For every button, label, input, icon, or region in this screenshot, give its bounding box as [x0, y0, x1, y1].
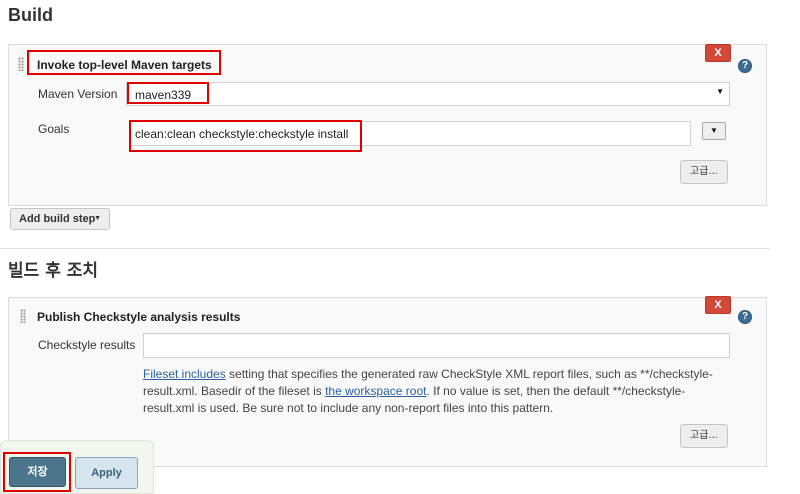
expand-goals-button[interactable]: ▼ — [702, 122, 726, 140]
caret-down-icon: ▼ — [94, 215, 101, 222]
annotation-box-maven-version — [127, 82, 209, 104]
help-icon[interactable]: ? — [738, 59, 752, 73]
delete-checkstyle-step-button[interactable]: X — [705, 296, 731, 314]
fileset-includes-link[interactable]: Fileset includes — [143, 367, 226, 381]
drag-handle-icon[interactable] — [18, 57, 24, 71]
delete-maven-step-button[interactable]: X — [705, 44, 731, 62]
checkstyle-results-label: Checkstyle results — [38, 338, 136, 352]
maven-version-select[interactable]: maven339 ▼ — [126, 82, 730, 106]
post-build-heading: 빌드 후 조치 — [8, 261, 99, 281]
annotation-box-maven-title — [27, 50, 221, 75]
goals-label: Goals — [38, 122, 70, 136]
workspace-root-link[interactable]: the workspace root — [325, 384, 426, 398]
maven-version-label: Maven Version — [38, 87, 118, 101]
section-divider — [0, 248, 770, 249]
dropdown-arrow-icon: ▼ — [716, 87, 724, 96]
annotation-box-goals — [129, 120, 362, 152]
add-build-step-label: Add build step — [19, 213, 96, 225]
annotation-box-save — [3, 452, 71, 492]
build-heading: Build — [8, 5, 53, 25]
maven-advanced-button[interactable]: 고급... — [680, 160, 728, 184]
checkstyle-help-text: Fileset includes setting that specifies … — [143, 366, 733, 417]
help-icon[interactable]: ? — [738, 310, 752, 324]
apply-button[interactable]: Apply — [75, 457, 138, 489]
drag-handle-icon[interactable] — [20, 309, 26, 323]
add-build-step-button[interactable]: Add build step ▼ — [10, 208, 110, 230]
checkstyle-results-input[interactable] — [143, 333, 730, 358]
checkstyle-step-title: Publish Checkstyle analysis results — [37, 310, 241, 324]
checkstyle-advanced-button[interactable]: 고급... — [680, 424, 728, 448]
